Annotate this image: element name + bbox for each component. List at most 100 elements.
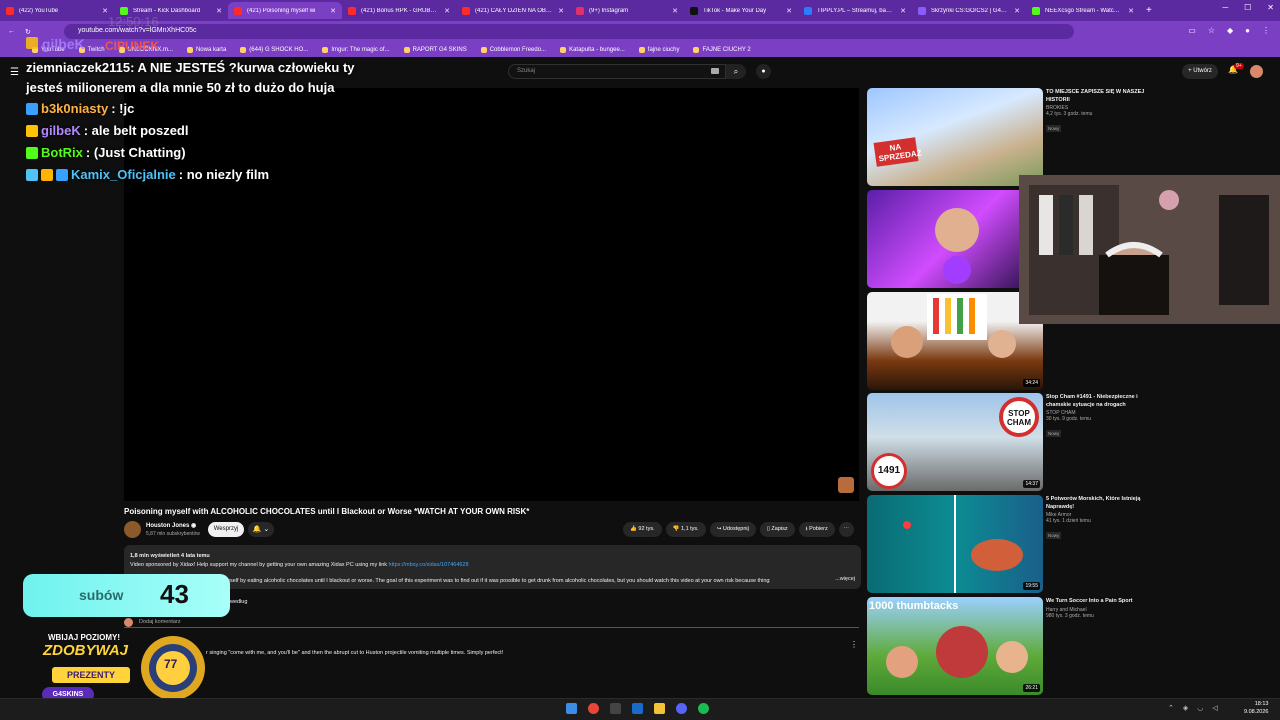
create-button[interactable]: + Utwórz — [1182, 64, 1218, 79]
tab-close-icon[interactable]: ✕ — [216, 7, 222, 15]
tray-app-icon[interactable]: ◈ — [1183, 704, 1188, 712]
comment-text: r singing "come with me, and you'll be" … — [206, 650, 504, 656]
like-button[interactable]: 👍 92 tys. — [623, 522, 662, 537]
window-controls[interactable]: ─ ☐ ✕ — [1222, 3, 1274, 12]
tab-close-icon[interactable]: ✕ — [672, 7, 678, 15]
taskbar-clock[interactable]: 18:13 9.08.2026 — [1244, 700, 1268, 716]
bookmark-item[interactable]: RAPORT G4 SKINS — [403, 46, 467, 53]
browser-tab[interactable]: TikTok - Make Your Day ✕ — [684, 2, 798, 19]
add-comment-input[interactable]: Dodaj komentarz — [139, 619, 181, 625]
related-title[interactable]: TO MIEJSCE ZAPISZE SIĘ W NASZEJ HISTORII — [1046, 89, 1150, 104]
comment-sort[interactable]: według — [230, 599, 247, 605]
subscribed-bell-button[interactable]: 🔔 ⌄ — [248, 522, 274, 537]
related-thumbnail[interactable]: 19:55 — [867, 495, 1043, 593]
maximize-icon[interactable]: ☐ — [1244, 3, 1251, 12]
dislike-button[interactable]: 👎 1,1 tys. — [665, 522, 706, 537]
tab-close-icon[interactable]: ✕ — [1014, 7, 1020, 15]
bookmark-item[interactable]: Katapulta - bungee... — [560, 46, 625, 53]
related-info[interactable]: We Turn Soccer Into a Pain Sport Harry an… — [1046, 598, 1150, 619]
windows-start-icon[interactable] — [566, 703, 577, 714]
search-button[interactable]: ⌕ — [726, 64, 746, 79]
opera-icon[interactable] — [610, 703, 621, 714]
related-info[interactable]: 5 Potworów Morskich, Które Istnieją Napr… — [1046, 496, 1150, 542]
related-thumbnail[interactable]: STOP CHAM 1491 14:37 — [867, 393, 1043, 491]
tab-favicon-icon — [348, 6, 356, 15]
volume-icon[interactable]: ◁ — [1212, 704, 1217, 712]
description-box[interactable]: 1,8 mln wyświetleń 4 lata temu Video spo… — [124, 545, 861, 589]
related-info[interactable]: TO MIEJSCE ZAPISZE SIĘ W NASZEJ HISTORII… — [1046, 89, 1150, 135]
new-tab-icon[interactable]: + — [1146, 5, 1152, 16]
wifi-icon[interactable]: ◡ — [1197, 704, 1203, 712]
tab-close-icon[interactable]: ✕ — [444, 7, 450, 15]
bookmark-item[interactable]: Cobblemon Freedo... — [480, 46, 546, 53]
thumb-up-icon: 👍 — [630, 526, 637, 532]
related-thumbnail[interactable]: NA SPRZEDAŻ — [867, 88, 1043, 186]
account-avatar[interactable] — [1250, 65, 1263, 78]
bookmark-item[interactable]: Nowa karta — [186, 46, 226, 53]
tab-close-icon[interactable]: ✕ — [900, 7, 906, 15]
comment-more-icon[interactable]: ⋮ — [850, 640, 858, 649]
extension-icon[interactable]: ◆ — [1227, 26, 1233, 35]
browser-tab[interactable]: (421) CAŁY DZIEŃ NA OBOZIE ✕ — [456, 2, 570, 19]
description-line-1: Video sponsored by Xidax! Help support m… — [130, 561, 855, 570]
chat-text: : !jc — [111, 101, 135, 116]
bookmark-item[interactable]: FAJNE CIUCHY 2 — [693, 46, 751, 53]
chat-message: b3k0niasty: !jc — [26, 98, 356, 120]
related-thumbnail[interactable]: 1000 thumbtacks 26:21 — [867, 597, 1043, 695]
related-thumbnail[interactable] — [867, 190, 1043, 288]
more-actions-button[interactable]: ⋯ — [838, 522, 854, 537]
cast-icon[interactable]: ▭ — [1188, 26, 1196, 35]
spotify-icon[interactable] — [698, 703, 709, 714]
hamburger-icon[interactable]: ☰ — [10, 67, 19, 78]
browser-tab[interactable]: (422) YouTube ✕ — [0, 2, 114, 19]
browser-tab[interactable]: (9+) Instagram ✕ — [570, 2, 684, 19]
related-title[interactable]: We Turn Soccer Into a Pain Sport — [1046, 598, 1150, 606]
profile-icon[interactable]: ● — [1245, 26, 1250, 35]
description-more-link[interactable]: ...więcej — [835, 575, 855, 584]
related-title[interactable]: Stop Cham #1491 - Niebezpieczne i chamsk… — [1046, 394, 1150, 409]
bookmark-item[interactable]: fajne ciuchy — [638, 46, 679, 53]
thumb-art — [891, 294, 1016, 358]
omnibox[interactable] — [64, 24, 1074, 39]
bell-icon: 🔔 — [252, 526, 262, 533]
bookmark-item[interactable]: (644) G SHOCK HO... — [240, 46, 308, 53]
reload-icon[interactable]: ↻ — [25, 28, 31, 36]
tab-close-icon[interactable]: ✕ — [1128, 7, 1134, 15]
related-info[interactable]: Stop Cham #1491 - Niebezpieczne i chamsk… — [1046, 394, 1150, 440]
mic-button[interactable]: ● — [756, 64, 771, 79]
browser-tab[interactable]: Skrzynki CS:GO/CS2 | G4Skin ✕ — [912, 2, 1026, 19]
minimize-icon[interactable]: ─ — [1222, 3, 1228, 12]
star-icon[interactable]: ☆ — [1208, 26, 1215, 35]
description-link[interactable]: https://mbsy.co/xidax/107464628 — [389, 562, 469, 568]
related-thumbnail[interactable]: 34:24 — [867, 292, 1043, 390]
tab-close-icon[interactable]: ✕ — [558, 7, 564, 15]
tab-close-icon[interactable]: ✕ — [330, 7, 336, 15]
back-icon[interactable]: ← — [8, 28, 15, 35]
new-badge: Nowy — [1046, 532, 1062, 539]
close-icon[interactable]: ✕ — [1267, 3, 1274, 12]
browser-tab[interactable]: NEEXcsgo Stream - Watch Li ✕ — [1026, 2, 1140, 19]
search-input[interactable]: Szukaj — [508, 64, 726, 79]
browser-tab[interactable]: (421) Bonus RPK - GRUBA IM ✕ — [342, 2, 456, 19]
bookmarks-bar: YouTube Twitch UNLOCKhiX.m... Nowa karta (64… — [0, 42, 1280, 57]
subscriber-counter: subów 43 — [23, 574, 230, 617]
support-button[interactable]: Wesprzyj — [208, 522, 244, 537]
file-explorer-icon[interactable] — [654, 703, 665, 714]
keyboard-icon[interactable] — [711, 68, 719, 74]
menu-icon[interactable]: ⋮ — [1262, 26, 1270, 35]
channel-name[interactable]: Houston Jones ◉ — [146, 522, 196, 529]
discord-icon[interactable] — [676, 703, 687, 714]
chrome-icon[interactable] — [588, 703, 599, 714]
channel-avatar[interactable] — [124, 521, 141, 538]
tab-close-icon[interactable]: ✕ — [786, 7, 792, 15]
share-button[interactable]: ↪ Udostępnij — [709, 522, 756, 537]
download-button[interactable]: ⭳ Pobierz — [798, 522, 835, 537]
save-button[interactable]: ▯ Zapisz — [759, 522, 795, 537]
bookmark-item[interactable]: Imgur: The magic of... — [322, 46, 390, 53]
browser-tab[interactable]: TIPPLY.PL – Streamuj, baw się ✕ — [798, 2, 912, 19]
clock-time: 18:13 — [1254, 701, 1269, 707]
tray-chevron-icon[interactable]: ⌃ — [1168, 704, 1174, 712]
steam-icon[interactable] — [632, 703, 643, 714]
related-title[interactable]: 5 Potworów Morskich, Które Istnieją Napr… — [1046, 496, 1150, 511]
browser-tab[interactable]: (421) Poisoning myself wi ✕ — [228, 2, 342, 19]
